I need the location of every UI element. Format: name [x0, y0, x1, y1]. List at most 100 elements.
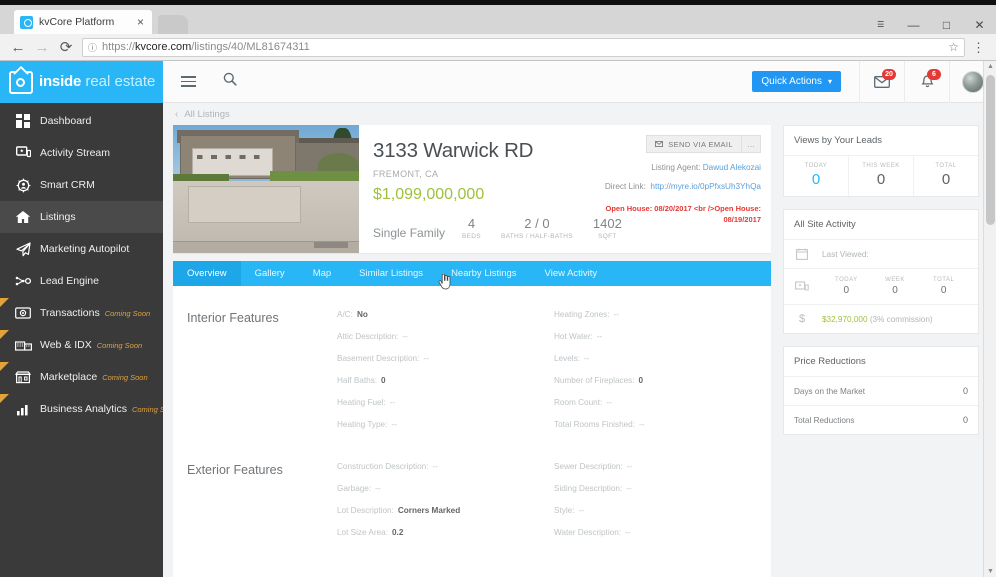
field-value: -- [606, 398, 612, 407]
brand-logo[interactable]: inside real estate [0, 61, 163, 103]
sidebar-item-web-idx[interactable]: Web & IDX Coming Soon [0, 329, 163, 361]
close-icon[interactable]: × [135, 16, 146, 28]
sidebar-item-activity-stream[interactable]: Activity Stream [0, 137, 163, 169]
sidebar-item-label: Dashboard [40, 115, 92, 127]
field-value: -- [626, 484, 632, 493]
stat-caption: BEDS [462, 233, 481, 241]
stat-caption: TOTAL [935, 163, 957, 169]
quick-actions-button[interactable]: Quick Actions ▾ [752, 71, 841, 92]
sidebar-item-marketplace[interactable]: Marketplace Coming Soon [0, 361, 163, 393]
reload-icon[interactable]: ⟳ [54, 35, 78, 59]
new-tab-button[interactable] [158, 15, 188, 34]
browser-tab[interactable]: kvCore Platform × [14, 10, 152, 34]
tab-view-activity[interactable]: View Activity [531, 261, 612, 286]
field-label: Sewer Description: [554, 462, 623, 471]
breadcrumb-label[interactable]: All Listings [184, 109, 229, 120]
field-label: Water Description: [554, 528, 622, 537]
listing-agent-name[interactable]: Dawud Alekozai [703, 163, 761, 172]
sidebar-item-dashboard[interactable]: Dashboard [0, 105, 163, 137]
sidebar-item-transactions[interactable]: Transactions Coming Soon [0, 297, 163, 329]
property-header-card: 3133 Warwick RD FREMONT, CA $1,099,000,0… [173, 125, 771, 253]
sidebar-item-label: Smart CRM [40, 179, 95, 191]
commission-value: $32,970,000 (3% commission) [822, 315, 933, 324]
coming-soon-label: Coming Soon [96, 340, 143, 350]
field-lot-size-area: Lot Size Area: 0.2 [337, 528, 554, 537]
commission-row: $ $32,970,000 (3% commission) [784, 305, 978, 333]
smart-crm-icon [10, 178, 36, 193]
dollar-icon: $ [798, 313, 806, 325]
interior-features-group: Interior Features A/C: No Attic Descripti… [173, 310, 771, 442]
address-bar[interactable]: ⓘ https://kvcore.com/listings/40/ML81674… [82, 37, 965, 57]
notifications-button[interactable]: 6 [904, 60, 949, 103]
field-value: 0.2 [391, 528, 404, 537]
breadcrumb[interactable]: ‹ All Listings [163, 103, 996, 125]
field-half-baths: Half Baths: 0 [337, 376, 554, 385]
field-heating-zones: Heating Zones: -- [554, 310, 771, 319]
direct-link-row: Direct Link: http://myre.io/0pPfxsUh3YhQ… [511, 182, 761, 191]
field-value: -- [625, 528, 631, 537]
back-icon[interactable]: ← [6, 35, 30, 59]
direct-link-label: Direct Link: [604, 182, 646, 191]
chevron-down-icon: ▾ [827, 77, 832, 86]
scroll-up-icon[interactable]: ▲ [987, 63, 994, 70]
messages-badge: 20 [882, 68, 896, 80]
interior-right-column: Heating Zones: -- Hot Water: -- Levels: -- … [554, 310, 771, 442]
last-viewed-label: Last Viewed: [822, 249, 869, 259]
commission-amount: $32,970,000 [822, 314, 868, 324]
row-label: Days on the Market [794, 386, 865, 396]
site-info-icon[interactable]: ⓘ [88, 41, 97, 54]
tab-similar-listings[interactable]: Similar Listings [345, 261, 437, 286]
all-site-activity-panel: All Site Activity Last Viewed: TODAY 0 W… [783, 209, 979, 334]
calendar-icon [794, 248, 810, 260]
tab-gallery[interactable]: Gallery [241, 261, 299, 286]
hamburger-icon[interactable] [181, 75, 196, 88]
scroll-down-icon[interactable]: ▼ [987, 568, 994, 575]
field-heating-fuel: Heating Fuel: -- [337, 398, 554, 407]
stat-caption: TODAY [835, 277, 858, 283]
vertical-scrollbar[interactable]: ▲ ▼ [983, 61, 996, 577]
notifications-badge: 6 [927, 68, 941, 80]
field-value: -- [402, 332, 408, 341]
send-via-email-label: SEND VIA EMAIL [668, 139, 733, 149]
bookmark-star-icon[interactable]: ☆ [942, 40, 959, 54]
field-attic-description: Attic Description: -- [337, 332, 554, 341]
activity-stat-total: TOTAL 0 [919, 277, 968, 296]
more-options-button[interactable]: … [742, 135, 761, 153]
paper-plane-icon [10, 241, 36, 257]
coming-soon-label: Coming Soon [102, 372, 148, 382]
tab-strip: kvCore Platform × ☰ — □ ✕ [0, 5, 996, 34]
sidebar-item-smart-crm[interactable]: Smart CRM [0, 169, 163, 201]
scrollbar-thumb[interactable] [986, 75, 995, 225]
application: inside real estate Dashboard Activity St… [0, 60, 996, 577]
stat-value: 0 [941, 171, 951, 188]
stat-value: 0 [843, 285, 850, 296]
sidebar-item-lead-engine[interactable]: Lead Engine [0, 265, 163, 297]
coming-soon-flag-icon [0, 362, 9, 371]
sidebar-item-business-analytics[interactable]: Business Analytics Coming Soon [0, 393, 177, 425]
sidebar-item-label: Marketing Autopilot [40, 243, 130, 255]
right-sidebar: Views by Your Leads TODAY 0 THIS WEEK 0 … [783, 125, 979, 447]
field-label: Siding Description: [554, 484, 623, 493]
field-label: Lot Description: [337, 506, 394, 515]
direct-link-url[interactable]: http://myre.io/0pPfxsUh3YhQa [650, 182, 761, 191]
field-label: Heating Type: [337, 420, 388, 429]
field-label: Total Rooms Finished: [554, 420, 635, 429]
search-icon[interactable] [223, 72, 237, 91]
field-value: -- [389, 398, 396, 407]
field-label: Heating Fuel: [337, 398, 386, 407]
listing-photo[interactable] [173, 125, 359, 253]
messages-button[interactable]: 20 [859, 60, 904, 103]
tab-map[interactable]: Map [299, 261, 345, 286]
sidebar-item-listings[interactable]: Listings [0, 201, 163, 233]
url-path: /listings/40/ML81674311 [191, 41, 310, 53]
field-value: 0 [638, 376, 644, 385]
browser-menu-icon[interactable]: ⋮ [967, 41, 990, 54]
views-stat-this-week: THIS WEEK 0 [849, 156, 914, 196]
field-number-of-fireplaces: Number of Fireplaces: 0 [554, 376, 771, 385]
tab-overview[interactable]: Overview [173, 261, 241, 286]
forward-icon[interactable]: → [30, 35, 54, 59]
views-stat-total: TOTAL 0 [914, 156, 978, 196]
send-via-email-button[interactable]: SEND VIA EMAIL [646, 135, 742, 153]
field-construction-description: Construction Description: -- [337, 462, 554, 471]
sidebar-item-marketing-autopilot[interactable]: Marketing Autopilot [0, 233, 163, 265]
